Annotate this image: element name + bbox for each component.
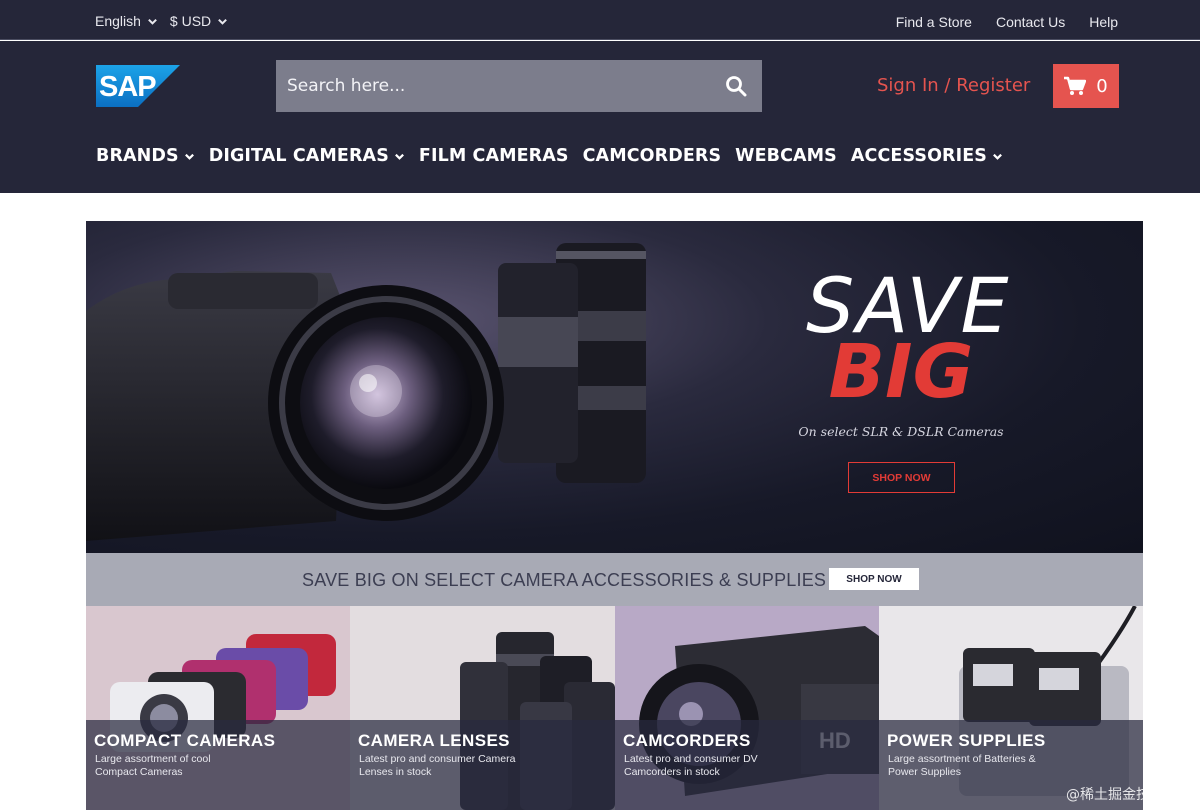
hero-subtitle: On select SLR & DSLR Cameras [798,424,1004,439]
category-tile-camcorders[interactable]: HD CAMCORDERS Latest pro and consumer DV… [615,606,879,810]
locale-selectors: English $ USD [95,13,228,29]
chevron-down-icon [184,153,194,160]
tile-description: Latest pro and consumer Camera Lenses in… [359,753,516,778]
main-nav: BRANDS DIGITAL CAMERAS FILM CAMERAS CAMC… [96,146,1003,166]
watermark-text: @稀土掘金技术社区 [1066,787,1192,803]
sign-in-register-link[interactable]: Sign In / Register [877,75,1030,96]
search-icon [726,76,747,97]
help-link[interactable]: Help [1089,14,1118,30]
tile-title: POWER SUPPLIES [887,731,1046,750]
search-button[interactable] [710,60,762,112]
category-tile-camera-lenses[interactable]: CAMERA LENSES Latest pro and consumer Ca… [350,606,615,810]
nav-label: WEBCAMS [735,146,837,166]
chevron-down-icon [993,153,1002,160]
logo-lettering: SAP [99,71,156,103]
promo-shop-now-button[interactable]: SHOP NOW [829,568,919,590]
sap-logo[interactable]: SAP [96,65,180,107]
tile-title: CAMCORDERS [623,731,751,750]
contact-us-link[interactable]: Contact Us [996,14,1065,30]
hero-shop-now-button[interactable]: SHOP NOW [848,462,955,493]
tile-description: Latest pro and consumer DV Camcorders in… [624,753,758,778]
language-label: English [95,13,141,29]
tile-description: Large assortment of Batteries & Power Su… [888,753,1036,778]
cart-icon [1064,76,1087,95]
tile-title: CAMERA LENSES [358,731,510,750]
top-utility-bar: English $ USD Find a Store Contact Us He… [0,0,1200,40]
nav-label: FILM CAMERAS [418,146,569,166]
search-bar [276,60,762,112]
chevron-down-icon [148,18,157,25]
category-tile-power-supplies[interactable]: POWER SUPPLIES Large assortment of Batte… [879,606,1143,810]
nav-label: BRANDS [96,146,179,166]
hero-headline-big: BIG [828,329,974,415]
chevron-down-icon [218,18,228,25]
tile-title: COMPACT CAMERAS [94,731,276,750]
nav-label: CAMCORDERS [582,146,722,166]
hero-banner[interactable]: SAVE BIG On select SLR & DSLR Cameras SH… [86,221,1143,553]
nav-item-digital-cameras[interactable]: DIGITAL CAMERAS [209,146,405,166]
nav-item-camcorders[interactable]: CAMCORDERS [583,146,722,166]
currency-label: $ USD [169,13,212,29]
nav-item-brands[interactable]: BRANDS [96,146,195,166]
category-tile-compact-cameras[interactable]: COMPACT CAMERAS Large assortment of cool… [86,606,350,810]
promo-strip: SAVE BIG ON SELECT CAMERA ACCESSORIES & … [86,553,1143,606]
promo-text: SAVE BIG ON SELECT CAMERA ACCESSORIES & … [302,570,827,590]
nav-label: DIGITAL CAMERAS [208,146,389,166]
chevron-down-icon [394,153,404,160]
cart-button[interactable]: 0 [1053,64,1119,108]
nav-item-accessories[interactable]: ACCESSORIES [851,146,1003,166]
nav-item-film-cameras[interactable]: FILM CAMERAS [419,146,569,166]
category-tiles: COMPACT CAMERAS Large assortment of cool… [86,606,1143,810]
cart-count: 0 [1096,75,1108,97]
find-store-link[interactable]: Find a Store [896,14,972,30]
nav-item-webcams[interactable]: WEBCAMS [735,146,837,166]
site-header: SAP Sign In / Register 0 BRANDS DIGITAL … [0,41,1200,193]
tile-description: Large assortment of cool Compact Cameras [95,753,211,778]
search-input[interactable] [276,60,710,112]
nav-label: ACCESSORIES [850,146,988,166]
camera-lenses-image [86,243,646,541]
currency-select[interactable]: $ USD [170,13,228,29]
utility-links: Find a Store Contact Us Help [896,14,1118,30]
language-select[interactable]: English [95,13,158,29]
